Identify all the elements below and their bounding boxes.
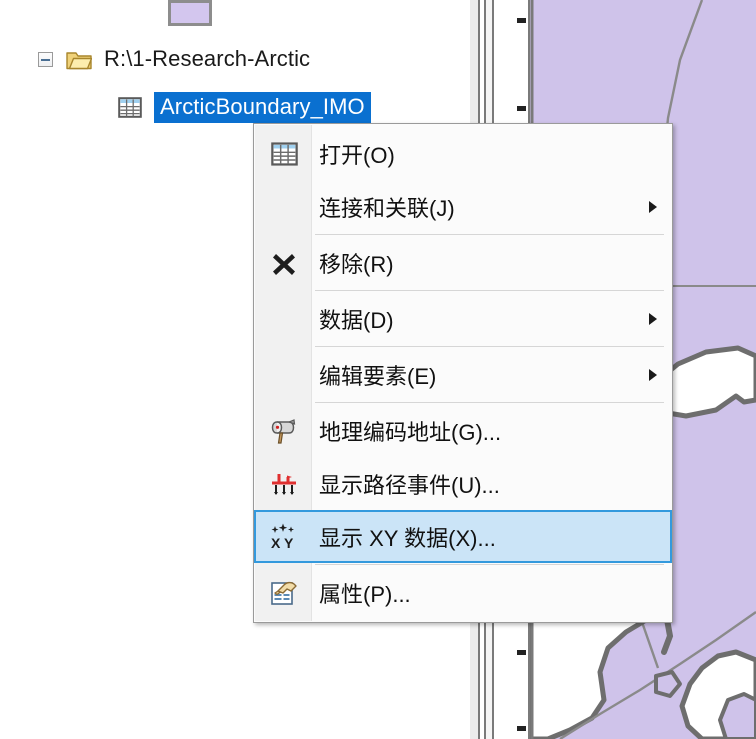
ruler-tick — [517, 18, 526, 23]
menu-separator — [315, 234, 664, 235]
polygon-symbol-swatch[interactable] — [168, 0, 212, 26]
menu-item-display-xy-data[interactable]: X Y 显示 XY 数据(X)... — [254, 510, 672, 563]
menu-item-properties[interactable]: 属性(P)... — [254, 566, 672, 619]
geocode-mailbox-icon — [256, 416, 312, 446]
island-polygon-small — [654, 670, 682, 698]
chevron-right-icon — [636, 200, 670, 214]
chevron-right-icon — [636, 312, 670, 326]
menu-item-label: 连接和关联(J) — [319, 195, 455, 221]
menu-item-open[interactable]: 打开(O) — [254, 127, 672, 180]
menu-item-label: 数据(D) — [319, 307, 394, 333]
menu-item-joins-relates[interactable]: 连接和关联(J) — [254, 180, 672, 233]
table-icon — [118, 96, 142, 118]
menu-item-geocode-addresses[interactable]: 地理编码地址(G)... — [254, 404, 672, 457]
menu-separator — [315, 402, 664, 403]
folder-icon — [66, 51, 92, 69]
ruler-tick — [517, 726, 526, 731]
tree-item-table[interactable]: ArcticBoundary_IMO — [118, 91, 371, 123]
xy-data-icon: X Y — [256, 522, 312, 552]
svg-text:Y: Y — [284, 535, 294, 551]
ruler-tick — [517, 106, 526, 111]
route-events-icon — [256, 470, 312, 498]
table-icon — [256, 141, 312, 166]
ruler-tick — [517, 650, 526, 655]
menu-item-label: 显示 XY 数据(X)... — [319, 525, 496, 551]
collapse-minus-icon[interactable] — [38, 51, 53, 67]
menu-item-label: 属性(P)... — [319, 581, 411, 607]
tree-item-label: R:\1-Research-Arctic — [104, 46, 311, 71]
screen-root: R:\1-Research-Arctic ArcticBoundary_IMO — [0, 0, 756, 739]
menu-item-label: 打开(O) — [319, 142, 395, 168]
svg-text:X: X — [271, 535, 281, 551]
menu-item-label: 编辑要素(E) — [319, 363, 437, 389]
menu-separator — [315, 346, 664, 347]
properties-icon — [256, 579, 312, 607]
tree-item-label-selected: ArcticBoundary_IMO — [154, 91, 371, 123]
menu-item-data[interactable]: 数据(D) — [254, 292, 672, 345]
menu-item-remove[interactable]: 移除(R) — [254, 236, 672, 289]
menu-item-edit-features[interactable]: 编辑要素(E) — [254, 348, 672, 401]
menu-item-label: 显示路径事件(U)... — [319, 472, 500, 498]
menu-separator — [315, 564, 664, 565]
layer-context-menu[interactable]: 打开(O) 连接和关联(J) 移除(R) 数据(D) 编辑要素(E) 地理编码地… — [253, 123, 673, 623]
menu-item-label: 移除(R) — [319, 251, 394, 277]
menu-item-display-route-events[interactable]: 显示路径事件(U)... — [254, 457, 672, 510]
menu-separator — [315, 290, 664, 291]
menu-item-label: 地理编码地址(G)... — [319, 419, 502, 445]
chevron-right-icon — [636, 368, 670, 382]
tree-item-folder[interactable]: R:\1-Research-Arctic — [38, 44, 310, 74]
remove-x-icon — [256, 250, 312, 276]
